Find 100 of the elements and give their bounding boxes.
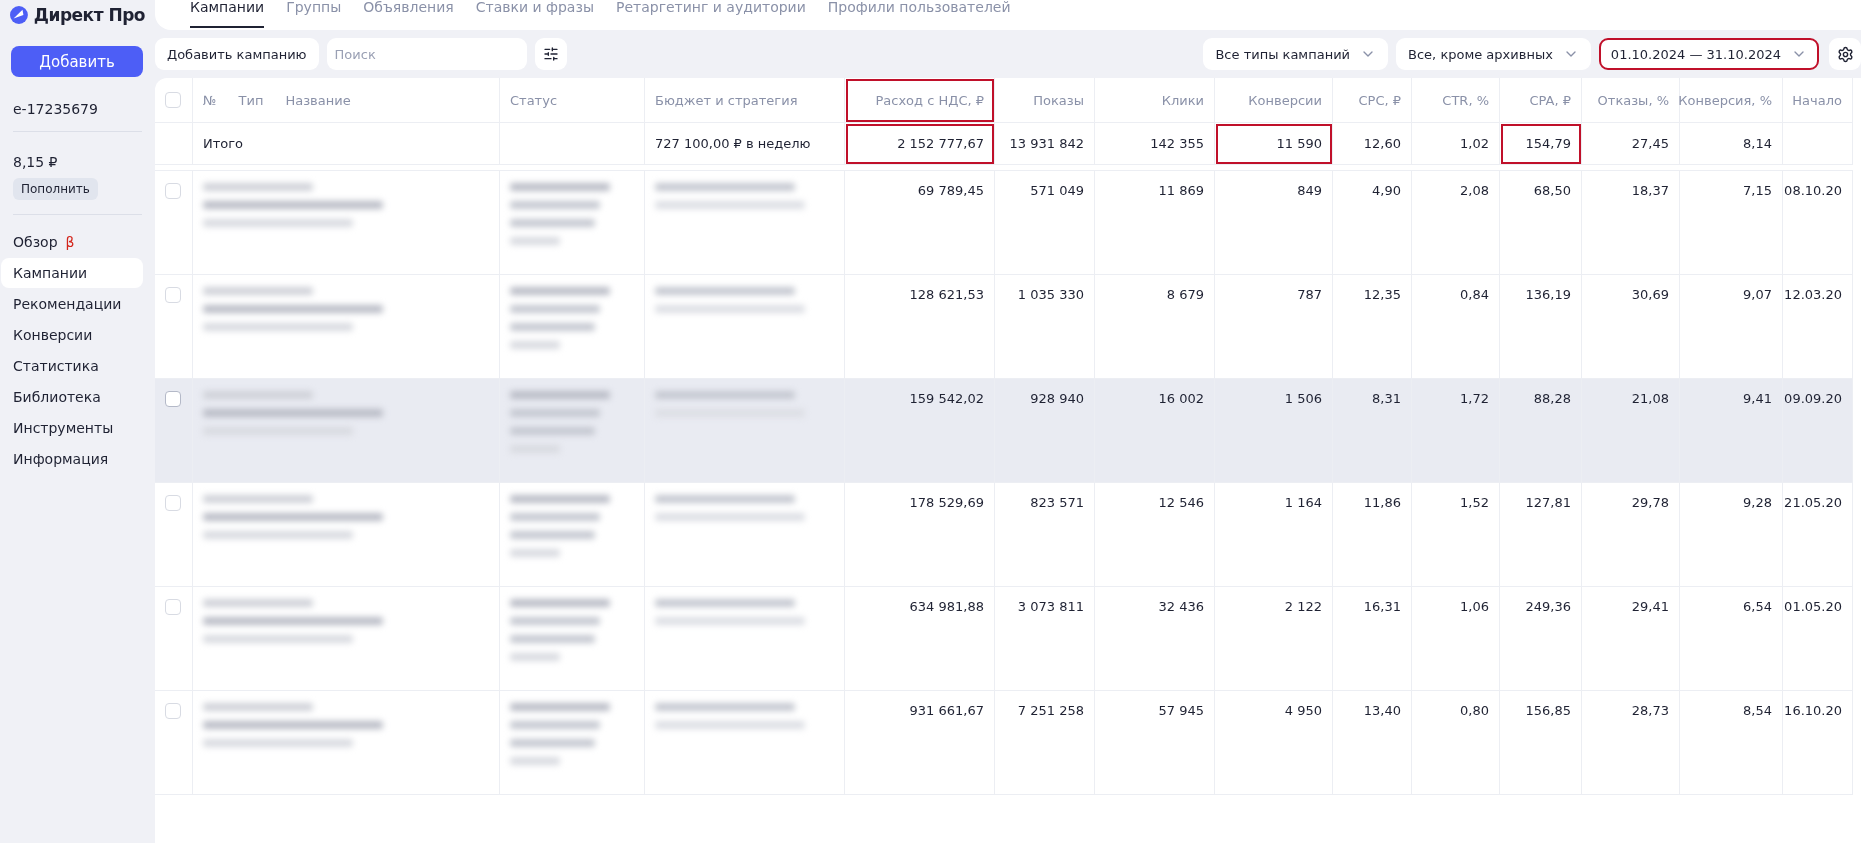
table-cell: 32 436 bbox=[1095, 587, 1215, 691]
header-checkbox[interactable] bbox=[165, 92, 181, 108]
table-cell: 08.10.20 bbox=[1783, 171, 1853, 275]
table-cell: 18,37 bbox=[1582, 171, 1680, 275]
table-cell: 128 621,53 bbox=[845, 275, 995, 379]
table-cell: 2 122 bbox=[1215, 587, 1333, 691]
table-cell: 29,78 bbox=[1582, 483, 1680, 587]
filter-dropdown[interactable]: Все типы кампаний bbox=[1203, 38, 1389, 70]
column-header: Показы bbox=[995, 78, 1095, 123]
table-cell: 1 035 330 bbox=[995, 275, 1095, 379]
table-cell: 21.05.20 bbox=[1783, 483, 1853, 587]
table-cell: 8,31 bbox=[1333, 379, 1412, 483]
row-checkbox[interactable] bbox=[165, 183, 181, 199]
table-cell: 0,80 bbox=[1412, 691, 1500, 795]
summary-budget: 727 100,00 ₽ в неделю bbox=[645, 123, 845, 165]
summary-cell: 11 590 bbox=[1215, 123, 1333, 165]
sliders-icon bbox=[542, 46, 559, 62]
summary-cell: 27,45 bbox=[1582, 123, 1680, 165]
table-cell: 1,52 bbox=[1412, 483, 1500, 587]
nav-item[interactable]: Кампании bbox=[1, 258, 143, 288]
row-checkbox[interactable] bbox=[165, 599, 181, 615]
nav-item[interactable]: Обзор β bbox=[1, 227, 143, 257]
table-cell: 9,28 bbox=[1680, 483, 1783, 587]
search-field[interactable]: Поиск bbox=[326, 38, 527, 70]
table-cell: 7 251 258 bbox=[995, 691, 1095, 795]
table-cell: 8 679 bbox=[1095, 275, 1215, 379]
table-cell: 4,90 bbox=[1333, 171, 1412, 275]
table-cell: 931 661,67 bbox=[845, 691, 995, 795]
nav-item[interactable]: Рекомендации bbox=[1, 289, 143, 319]
table-cell: 88,28 bbox=[1500, 379, 1582, 483]
table-cell: 136,19 bbox=[1500, 275, 1582, 379]
table-cell: 12,35 bbox=[1333, 275, 1412, 379]
account-login: e-17235679 bbox=[13, 101, 99, 117]
summary-cell: 2 152 777,67 bbox=[845, 123, 995, 165]
table-cell: 7,15 bbox=[1680, 171, 1783, 275]
topup-button[interactable]: Пополнить bbox=[13, 178, 98, 200]
column-header: Название bbox=[285, 92, 351, 108]
table-cell: 29,41 bbox=[1582, 587, 1680, 691]
filter-settings-button[interactable] bbox=[534, 38, 567, 70]
add-campaign-button[interactable]: Добавить кампанию bbox=[155, 38, 319, 70]
column-header: Начало bbox=[1783, 78, 1853, 123]
balance-amount: 8,15 ₽ bbox=[13, 154, 59, 170]
table-cell: 1 164 bbox=[1215, 483, 1333, 587]
table-cell: 3 073 811 bbox=[995, 587, 1095, 691]
add-button[interactable]: Добавить bbox=[11, 46, 143, 77]
table-cell: 12 546 bbox=[1095, 483, 1215, 587]
settings-icon bbox=[1836, 45, 1854, 63]
table-cell: 0,84 bbox=[1412, 275, 1500, 379]
nav-item[interactable]: Библиотека bbox=[1, 382, 143, 412]
table-cell: 68,50 bbox=[1500, 171, 1582, 275]
table-cell: 249,36 bbox=[1500, 587, 1582, 691]
table-cell: 09.09.20 bbox=[1783, 379, 1853, 483]
row-checkbox[interactable] bbox=[165, 391, 181, 407]
table-cell: 01.05.20 bbox=[1783, 587, 1853, 691]
table-cell: 1,06 bbox=[1412, 587, 1500, 691]
filter-dropdown[interactable]: Все, кроме архивных bbox=[1396, 38, 1591, 70]
tab[interactable]: Кампании bbox=[190, 0, 265, 28]
nav-label: Обзор bbox=[13, 234, 58, 250]
table-cell: 4 950 bbox=[1215, 691, 1333, 795]
beta-label: β bbox=[65, 234, 75, 250]
table-cell: 69 789,45 bbox=[845, 171, 995, 275]
table-cell: 9,07 bbox=[1680, 275, 1783, 379]
row-checkbox[interactable] bbox=[165, 703, 181, 719]
column-header: Расход с НДС, ₽ bbox=[845, 78, 995, 123]
column-header: Клики bbox=[1095, 78, 1215, 123]
column-header: CTR, % bbox=[1412, 78, 1500, 123]
column-header: № bbox=[203, 92, 217, 108]
table-cell: 849 bbox=[1215, 171, 1333, 275]
logo-icon bbox=[10, 5, 28, 25]
nav-item[interactable]: Инструменты bbox=[1, 413, 143, 443]
column-header: Бюджет и стратегия bbox=[645, 78, 845, 123]
row-checkbox[interactable] bbox=[165, 495, 181, 511]
table-cell: 571 049 bbox=[995, 171, 1095, 275]
column-header: Конверсии bbox=[1215, 78, 1333, 123]
table-cell: 21,08 bbox=[1582, 379, 1680, 483]
nav-item[interactable]: Статистика bbox=[1, 351, 143, 381]
column-header: Тип bbox=[238, 92, 264, 108]
column-header: CPA, ₽ bbox=[1500, 78, 1582, 123]
table-cell: 823 571 bbox=[995, 483, 1095, 587]
table-cell: 16,31 bbox=[1333, 587, 1412, 691]
nav-item[interactable]: Информация bbox=[1, 444, 143, 474]
summary-cell: 1,02 bbox=[1412, 123, 1500, 165]
table-cell: 9,41 bbox=[1680, 379, 1783, 483]
row-checkbox[interactable] bbox=[165, 287, 181, 303]
table-cell: 12.03.20 bbox=[1783, 275, 1853, 379]
table-cell: 28,73 bbox=[1582, 691, 1680, 795]
table-cell: 11 869 bbox=[1095, 171, 1215, 275]
summary-cell: 154,79 bbox=[1500, 123, 1582, 165]
table-cell: 127,81 bbox=[1500, 483, 1582, 587]
table-cell: 16 002 bbox=[1095, 379, 1215, 483]
table-cell: 13,40 bbox=[1333, 691, 1412, 795]
nav-item[interactable]: Конверсии bbox=[1, 320, 143, 350]
column-header: Отказы, % bbox=[1582, 78, 1680, 123]
filter-dropdown[interactable]: 01.10.2024 — 31.10.2024 bbox=[1598, 38, 1819, 70]
logo-text: Директ Про bbox=[33, 5, 145, 25]
column-header: CPC, ₽ bbox=[1333, 78, 1412, 123]
table-cell: 8,54 bbox=[1680, 691, 1783, 795]
settings-button[interactable] bbox=[1829, 38, 1861, 70]
table-cell: 11,86 bbox=[1333, 483, 1412, 587]
table-cell: 178 529,69 bbox=[845, 483, 995, 587]
